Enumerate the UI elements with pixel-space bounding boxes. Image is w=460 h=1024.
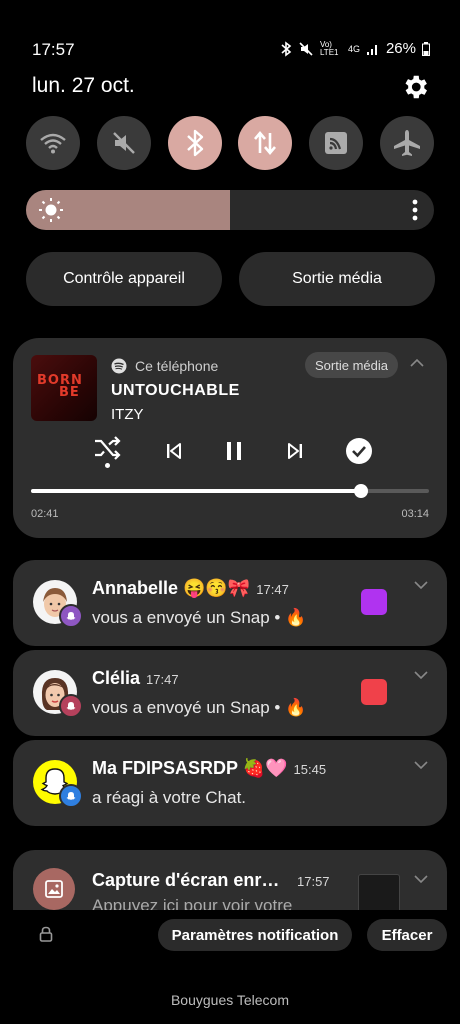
shuffle-button[interactable] (93, 436, 123, 468)
nfc-icon (325, 132, 348, 154)
notification-title-row: Ma FDIPSASRDP 🍓🩷 15:45 (92, 758, 326, 779)
ghost-icon (66, 702, 76, 710)
notification-card[interactable]: Clélia 17:47 vous a envoyé un Snap • 🔥 (13, 650, 447, 736)
chat-color-square (361, 589, 387, 615)
bluetooth-status-icon (281, 40, 292, 57)
notification-card[interactable]: Annabelle 😝😚🎀 17:47 vous a envoyé un Sna… (13, 560, 447, 646)
pause-icon[interactable] (224, 440, 244, 462)
album-art-text-line2: BE (59, 385, 80, 400)
image-icon (45, 880, 63, 898)
next-track-icon[interactable] (285, 441, 305, 461)
signal-icon (366, 44, 377, 55)
notification-settings-button[interactable]: Paramètres notification (158, 919, 352, 951)
notification-title: Clélia (92, 668, 141, 688)
sound-mute-toggle[interactable] (96, 116, 151, 170)
notification-time: 15:45 (293, 762, 327, 777)
notification-title: Annabelle 😝😚🎀 (92, 578, 251, 598)
track-artist: ITZY (111, 406, 144, 423)
notification-card[interactable]: Capture d'écran enr… 17:57 Appuyez ici p… (13, 850, 447, 910)
chevron-up-icon[interactable] (409, 358, 425, 368)
status-time: 17:57 (32, 40, 75, 59)
chevron-down-icon[interactable] (413, 874, 429, 884)
carrier-label: Bouygues Telecom (170, 992, 290, 1008)
chevron-down-icon[interactable] (413, 670, 429, 680)
media-source: Ce téléphone (111, 358, 218, 374)
previous-track-icon[interactable] (164, 441, 184, 461)
quick-settings-row (26, 116, 434, 170)
bluetooth-icon (186, 129, 203, 157)
airplane-icon (393, 130, 420, 156)
ghost-icon (66, 612, 76, 620)
notification-text: Appuyez ici pour voir votre (92, 896, 293, 910)
shuffle-active-dot (105, 463, 110, 468)
notification-time: 17:47 (146, 672, 179, 687)
battery-icon (422, 41, 430, 56)
chat-color-square (361, 679, 387, 705)
screenshot-app-avatar (33, 868, 75, 910)
media-output-chip[interactable]: Sortie média (305, 352, 398, 378)
notification-text: a réagi à votre Chat. (92, 788, 247, 807)
notification-actions-bar: Paramètres notification Effacer (0, 912, 460, 962)
notification-text: vous a envoyé un Snap • 🔥 (92, 608, 307, 627)
media-duration: 03:14 (401, 508, 429, 520)
nfc-toggle[interactable] (309, 116, 364, 170)
notification-title: Ma FDIPSASRDP 🍓🩷 (92, 758, 288, 778)
ghost-icon (66, 792, 76, 800)
snapchat-ghost-badge (59, 604, 83, 628)
chevron-down-icon[interactable] (413, 580, 429, 590)
album-art: BORN BE (31, 355, 97, 421)
media-player-card: BORN BE Ce téléphone Sortie média UNTOUC… (13, 338, 447, 538)
device-control-button[interactable]: Contrôle appareil (26, 252, 222, 306)
media-progress-fill (31, 489, 362, 493)
snapchat-ghost-badge (59, 784, 83, 808)
notification-text: vous a envoyé un Snap • 🔥 (92, 698, 307, 717)
date-header: lun. 27 oct. (32, 74, 135, 97)
clear-all-button[interactable]: Effacer (367, 919, 447, 951)
screenshot-thumbnail (358, 874, 400, 910)
media-source-label: Ce téléphone (135, 358, 219, 374)
media-output-button[interactable]: Sortie média (239, 252, 435, 306)
wifi-toggle[interactable] (26, 116, 80, 170)
data-transfer-icon (254, 130, 277, 156)
media-controls (93, 436, 373, 468)
bluetooth-toggle[interactable] (167, 116, 222, 170)
battery-percent: 26% (385, 40, 416, 57)
notification-time: 17:47 (256, 582, 289, 597)
mute-status-icon (299, 41, 313, 56)
notification-title-row: Annabelle 😝😚🎀 17:47 (92, 578, 289, 599)
mobile-data-toggle[interactable] (238, 116, 293, 170)
more-options-icon[interactable] (412, 199, 418, 221)
status-icons: Vo) LTE1 4G 26% (280, 40, 430, 57)
airplane-toggle[interactable] (379, 116, 434, 170)
notification-title-row: Clélia 17:47 (92, 668, 179, 689)
network-label: Vo) LTE1 (319, 39, 339, 57)
snapchat-ghost-badge (59, 694, 83, 718)
media-progress-knob[interactable] (354, 484, 369, 498)
notification-time: 17:57 (297, 874, 330, 889)
wifi-icon (40, 133, 66, 154)
mute-icon (112, 132, 135, 154)
media-progress-bar[interactable] (31, 484, 429, 498)
lock-icon[interactable] (39, 926, 53, 942)
liked-check-icon[interactable] (345, 437, 373, 465)
notification-title: Capture d'écran enr… (92, 870, 280, 890)
chevron-down-icon[interactable] (413, 760, 429, 770)
spotify-icon (111, 358, 127, 374)
network-gen-label: 4G (347, 43, 360, 54)
brightness-slider[interactable] (26, 190, 434, 230)
track-title: UNTOUCHABLE (111, 382, 240, 399)
shuffle-icon (95, 436, 121, 460)
media-position: 02:41 (31, 508, 59, 520)
sun-icon (39, 198, 63, 222)
notification-card[interactable]: Ma FDIPSASRDP 🍓🩷 15:45 a réagi à votre C… (13, 740, 447, 826)
settings-gear-icon[interactable] (400, 72, 430, 102)
